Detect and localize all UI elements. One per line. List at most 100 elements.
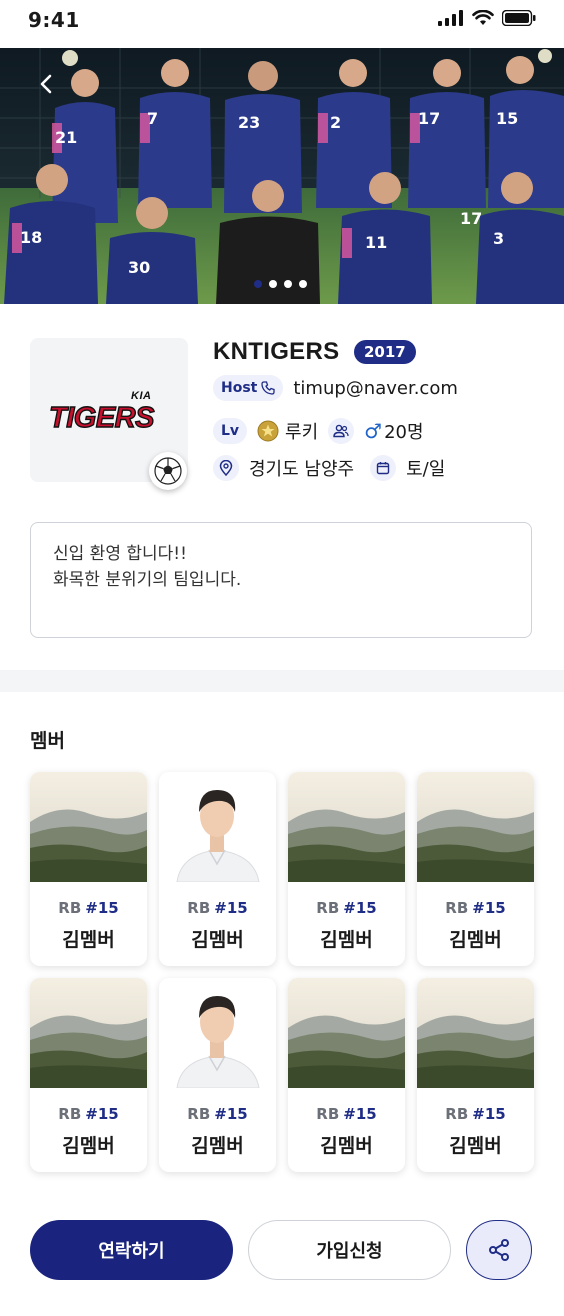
- member-number: #15: [472, 899, 506, 917]
- members-section-title: 멤버: [30, 730, 65, 752]
- member-position-line: RB #15: [30, 898, 147, 917]
- carousel-dot[interactable]: [254, 280, 262, 288]
- location-pin-icon: [213, 455, 239, 481]
- member-name: 김멤버: [191, 929, 244, 951]
- rookie-medal-icon: [257, 420, 279, 442]
- svg-text:7: 7: [147, 109, 158, 128]
- member-name: 김멤버: [62, 929, 115, 951]
- member-grid: RB #15 김멤버 RB #15 김멤버 RB #15 김멤버 RB #15 김멤버 RB #15 김멤버…: [30, 772, 534, 1172]
- level-row: Lv 루키 ♂ 20명: [213, 418, 424, 444]
- member-number: #15: [343, 1105, 377, 1123]
- member-info: RB #15 김멤버: [30, 882, 147, 952]
- member-position: RB: [316, 899, 340, 917]
- description-line: 신입 환영 합니다!!: [53, 544, 187, 564]
- team-location: 경기도 남양주: [249, 459, 355, 480]
- member-position-line: RB #15: [417, 1104, 534, 1123]
- members-icon: [328, 418, 355, 444]
- svg-text:KIA: KIA: [131, 390, 151, 402]
- member-landscape-photo: [417, 772, 534, 882]
- male-icon: ♂: [364, 419, 383, 443]
- member-card[interactable]: RB #15 김멤버: [288, 978, 405, 1172]
- carousel-dot[interactable]: [299, 280, 307, 288]
- description-line: 화목한 분위기의 팀입니다.: [53, 570, 242, 590]
- member-position: RB: [58, 899, 82, 917]
- member-card[interactable]: RB #15 김멤버: [30, 978, 147, 1172]
- member-card[interactable]: RB #15 김멤버: [288, 772, 405, 966]
- member-landscape-photo: [30, 772, 147, 882]
- member-number: #15: [343, 899, 377, 917]
- level-label: Lv: [221, 423, 240, 439]
- carousel-dot[interactable]: [284, 280, 292, 288]
- member-position-line: RB #15: [159, 1104, 276, 1123]
- match-days: 토/일: [406, 459, 446, 480]
- member-info: RB #15 김멤버: [159, 1088, 276, 1158]
- tigers-logo: KIA TIGERS: [48, 390, 156, 433]
- member-position-line: RB #15: [288, 898, 405, 917]
- member-info: RB #15 김멤버: [159, 882, 276, 952]
- member-name: 김멤버: [320, 929, 373, 951]
- member-landscape-photo: [288, 978, 405, 1088]
- svg-text:TIGERS: TIGERS: [49, 402, 155, 433]
- member-name: 김멤버: [62, 1135, 115, 1157]
- host-email[interactable]: timup@naver.com: [293, 378, 458, 399]
- chevron-left-icon: [40, 74, 52, 94]
- member-info: RB #15 김멤버: [288, 882, 405, 952]
- member-info: RB #15 김멤버: [417, 1088, 534, 1158]
- level-pill: Lv: [213, 418, 248, 444]
- location-row: 경기도 남양주 토/일: [213, 455, 445, 481]
- member-position: RB: [445, 899, 469, 917]
- member-name: 김멤버: [449, 929, 502, 951]
- svg-text:30: 30: [128, 258, 150, 277]
- member-card[interactable]: RB #15 김멤버: [159, 978, 276, 1172]
- svg-text:17: 17: [418, 109, 440, 128]
- member-number: #15: [472, 1105, 506, 1123]
- member-number: #15: [85, 899, 119, 917]
- member-card[interactable]: RB #15 김멤버: [417, 772, 534, 966]
- member-name: 김멤버: [191, 1135, 244, 1157]
- battery-icon: [502, 10, 536, 26]
- member-landscape-photo: [30, 978, 147, 1088]
- svg-text:2: 2: [330, 113, 341, 132]
- signal-icon: [438, 10, 463, 26]
- member-info: RB #15 김멤버: [288, 1088, 405, 1158]
- carousel-indicator: [254, 280, 307, 288]
- back-button[interactable]: [30, 68, 62, 100]
- svg-text:23: 23: [238, 113, 260, 132]
- svg-text:3: 3: [493, 229, 504, 248]
- member-name: 김멤버: [449, 1135, 502, 1157]
- team-photo: 217 23 2 17 15 183011 317: [0, 48, 564, 304]
- member-info: RB #15 김멤버: [30, 1088, 147, 1158]
- member-position: RB: [187, 1105, 211, 1123]
- soccer-ball-icon: [149, 452, 187, 490]
- svg-text:21: 21: [55, 128, 77, 147]
- share-button[interactable]: [466, 1220, 532, 1280]
- status-icons: [438, 10, 536, 26]
- member-count: ♂ 20명: [364, 418, 423, 444]
- member-card[interactable]: RB #15 김멤버: [417, 978, 534, 1172]
- team-photo-carousel[interactable]: 21 7 23 2 17 15 18 30 11 3 17: [0, 48, 564, 304]
- join-request-button[interactable]: 가입신청: [248, 1220, 451, 1280]
- member-card[interactable]: RB #15 김멤버: [159, 772, 276, 966]
- member-position-line: RB #15: [159, 898, 276, 917]
- section-divider: [0, 670, 564, 692]
- founded-year-badge: 2017: [354, 340, 416, 364]
- member-name: 김멤버: [320, 1135, 373, 1157]
- member-position-line: RB #15: [30, 1104, 147, 1123]
- carousel-dot[interactable]: [269, 280, 277, 288]
- team-name: KNTIGERS: [213, 338, 340, 365]
- share-icon: [489, 1239, 509, 1261]
- member-position: RB: [58, 1105, 82, 1123]
- member-portrait-photo: [159, 978, 276, 1088]
- host-label: Host: [221, 380, 258, 396]
- member-card[interactable]: RB #15 김멤버: [30, 772, 147, 966]
- contact-button[interactable]: 연락하기: [30, 1220, 233, 1280]
- member-count-value: 20명: [384, 422, 424, 443]
- member-landscape-photo: [417, 978, 534, 1088]
- phone-icon: [261, 381, 276, 395]
- member-portrait-photo: [159, 772, 276, 882]
- member-number: #15: [214, 1105, 248, 1123]
- status-bar: 9:41: [0, 0, 564, 48]
- member-number: #15: [214, 899, 248, 917]
- host-pill[interactable]: Host: [213, 375, 284, 401]
- calendar-icon: [370, 455, 397, 481]
